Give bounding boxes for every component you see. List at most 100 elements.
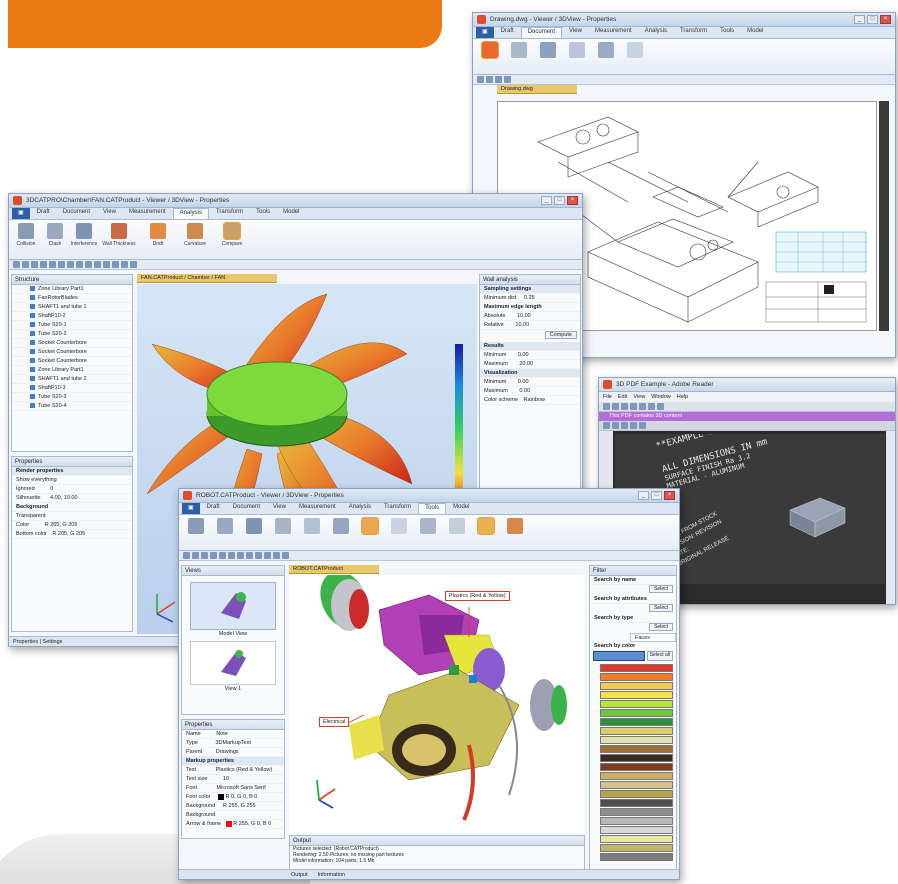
tab-tools[interactable]: Tools xyxy=(714,27,740,38)
analysis-row[interactable]: Absolute 10.00 xyxy=(480,312,580,321)
color-swatch[interactable] xyxy=(600,781,673,789)
ribbon-button[interactable] xyxy=(473,517,499,547)
maximize-button[interactable]: □ xyxy=(554,196,565,205)
color-swatch[interactable] xyxy=(600,745,673,753)
ribbon-button[interactable] xyxy=(357,517,383,547)
analysis-row[interactable]: Relative 10.00 xyxy=(480,321,580,330)
ribbon-button[interactable] xyxy=(502,518,528,547)
close-button[interactable]: × xyxy=(664,491,675,500)
tree-item[interactable]: Socket Counterbore xyxy=(12,339,132,348)
ribbon-button[interactable] xyxy=(444,518,470,547)
view-thumbnail[interactable] xyxy=(190,641,276,685)
property-row[interactable]: Silhouette 4.00, 10.00 xyxy=(12,494,132,503)
ribbon-button[interactable] xyxy=(270,518,296,547)
ribbon-button[interactable] xyxy=(299,518,325,547)
color-swatch[interactable] xyxy=(600,673,673,681)
tree-item[interactable]: ShaftP10-2 xyxy=(12,312,132,321)
file-tab[interactable]: ▣ xyxy=(476,27,494,38)
maximize-button[interactable]: □ xyxy=(867,15,878,24)
tree-item[interactable]: ShaftP10-3 xyxy=(12,384,132,393)
color-swatch-selected[interactable] xyxy=(593,651,645,661)
property-row[interactable]: Arrow & frame R 255, G 0, B 0 xyxy=(182,820,284,829)
tab-model[interactable]: Model xyxy=(741,27,769,38)
tree-item[interactable]: Socket Counterbore xyxy=(12,357,132,366)
analysis-row[interactable]: Maximum 0.00 xyxy=(480,387,580,396)
ribbon-button[interactable] xyxy=(241,518,267,547)
color-swatch[interactable] xyxy=(600,682,673,690)
tab-model[interactable]: Model xyxy=(447,503,475,514)
tab-transform[interactable]: Transform xyxy=(674,27,713,38)
tab-document[interactable]: Document xyxy=(227,503,266,514)
analysis-row[interactable]: Maximum edge length xyxy=(480,303,580,312)
property-row[interactable]: Text size 10 xyxy=(182,775,284,784)
property-row[interactable]: Show everything xyxy=(12,476,132,485)
tab-measurement[interactable]: Measurement xyxy=(589,27,638,38)
property-row[interactable]: Background xyxy=(182,811,284,820)
ribbon-button-draft[interactable]: Draft xyxy=(141,223,175,256)
tab-draft[interactable]: Draft xyxy=(495,27,520,38)
minimize-button[interactable]: _ xyxy=(541,196,552,205)
callout-plastics[interactable]: Plastics (Red & Yellow) xyxy=(445,591,510,601)
property-row[interactable]: Name Note xyxy=(182,730,284,739)
tab-transform[interactable]: Transform xyxy=(378,503,417,514)
ribbon-button-wall-thickness[interactable]: Wall Thickness xyxy=(100,223,138,256)
tab-measurement[interactable]: Measurement xyxy=(293,503,342,514)
ribbon-button-interference[interactable]: Interference xyxy=(71,223,97,256)
menu-edit[interactable]: Edit xyxy=(618,392,627,402)
tab-document[interactable]: Document xyxy=(57,208,96,219)
menu-view[interactable]: View xyxy=(633,392,645,402)
property-row[interactable]: Font Microsoft Sans Serif xyxy=(182,784,284,793)
tree-item[interactable]: SHAFT1 and tube 1 xyxy=(12,303,132,312)
tab-document[interactable]: Document xyxy=(520,27,563,38)
ribbon-button-clash[interactable]: Clash xyxy=(42,223,68,256)
view-thumbnail[interactable] xyxy=(190,582,276,630)
menu-window[interactable]: Window xyxy=(651,392,671,402)
color-swatch[interactable] xyxy=(600,772,673,780)
color-swatch[interactable] xyxy=(600,844,673,852)
document-tab[interactable]: ROBOT.CATProduct xyxy=(289,565,379,574)
property-row[interactable]: Transparent xyxy=(12,512,132,521)
ribbon-button[interactable] xyxy=(212,518,238,547)
tree-item[interactable]: Zone Library Part1 xyxy=(12,285,132,294)
analysis-row[interactable]: Minimum dist 0.25 xyxy=(480,294,580,303)
close-button[interactable]: × xyxy=(567,196,578,205)
tab-draft[interactable]: Draft xyxy=(201,503,226,514)
color-swatch[interactable] xyxy=(600,790,673,798)
property-row[interactable]: Color R 205, G 205 xyxy=(12,521,132,530)
color-swatch[interactable] xyxy=(600,736,673,744)
color-swatch[interactable] xyxy=(600,691,673,699)
ribbon-button[interactable] xyxy=(535,42,561,71)
color-swatch[interactable] xyxy=(600,700,673,708)
ribbon-button-compare[interactable]: Compare xyxy=(215,222,249,256)
color-swatch[interactable] xyxy=(600,709,673,717)
callout-electrical[interactable]: Electrical xyxy=(319,717,350,727)
property-row[interactable]: Parent Drawings xyxy=(182,748,284,757)
color-swatch[interactable] xyxy=(600,826,673,834)
menu-file[interactable]: File xyxy=(603,392,612,402)
minimize-button[interactable]: _ xyxy=(854,15,865,24)
tree-item[interactable]: Tube S20-3 xyxy=(12,393,132,402)
ribbon-button[interactable] xyxy=(593,42,619,71)
tab-analysis[interactable]: Analysis xyxy=(639,27,673,38)
tree-item[interactable]: SHAFT1 and tube 2 xyxy=(12,375,132,384)
analysis-row[interactable]: Color scheme Rainbow xyxy=(480,396,580,405)
ribbon-button[interactable] xyxy=(415,518,441,547)
ribbon-button[interactable] xyxy=(622,42,648,71)
analysis-row[interactable]: Minimum 0.00 xyxy=(480,378,580,387)
select-all-button[interactable]: Select all xyxy=(646,651,673,661)
select-button[interactable]: Select xyxy=(649,623,673,631)
property-row[interactable]: Bottom color R 205, G 205 xyxy=(12,530,132,539)
tab-tools[interactable]: Tools xyxy=(250,208,276,219)
color-swatch[interactable] xyxy=(600,727,673,735)
minimize-button[interactable]: _ xyxy=(638,491,649,500)
tab-output[interactable]: Output xyxy=(291,870,308,879)
maximize-button[interactable]: □ xyxy=(651,491,662,500)
document-tab[interactable]: Drawing.dwg xyxy=(497,85,577,94)
property-row[interactable]: Background xyxy=(12,503,132,512)
color-swatch[interactable] xyxy=(600,808,673,816)
tab-view[interactable]: View xyxy=(267,503,292,514)
property-row[interactable]: Font color R 0, G 0, B 0 xyxy=(182,793,284,802)
ribbon-button[interactable] xyxy=(477,41,503,71)
property-row[interactable]: Background R 255, G 255 xyxy=(182,802,284,811)
ribbon-button[interactable] xyxy=(506,42,532,71)
